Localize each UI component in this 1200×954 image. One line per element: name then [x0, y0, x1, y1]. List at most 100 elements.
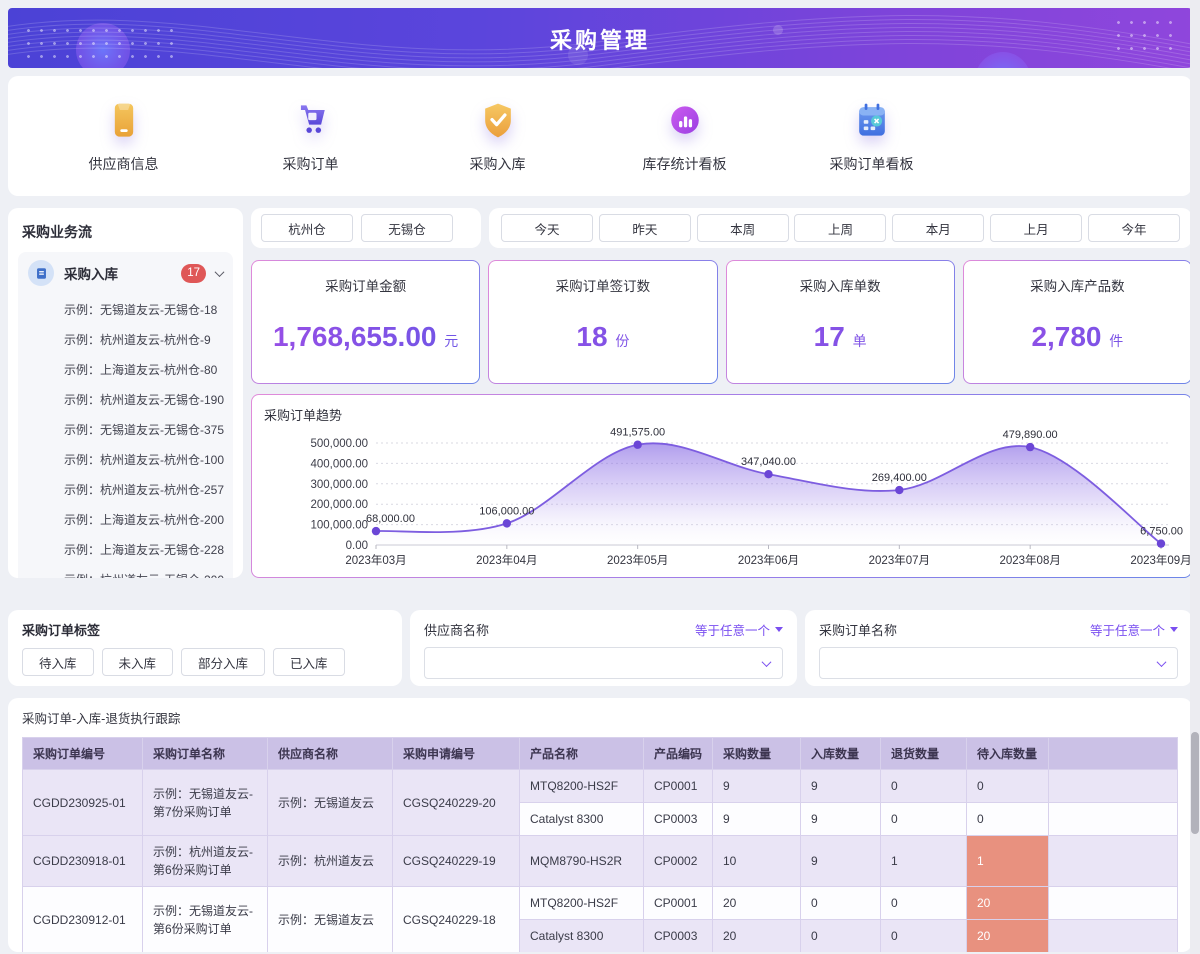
table-cell: MTQ8200-HS2F — [520, 887, 644, 920]
table-row[interactable]: CGDD230912-01示例：无锡道友云-第6份采购订单示例：无锡道友云CGS… — [23, 887, 1178, 920]
table-cell-empty — [1049, 887, 1178, 920]
triangle-down-icon — [775, 627, 783, 632]
sidebar-item[interactable]: 示例：杭州道友云-杭州仓-9 — [18, 324, 227, 354]
table-cell: 示例：杭州道友云-第6份采购订单 — [143, 836, 268, 887]
pending-qty-cell: 0 — [967, 803, 1049, 836]
kpi-card: 采购订单签订数 18 份 — [488, 260, 717, 384]
pending-qty-cell: 20 — [967, 920, 1049, 953]
purchase-trend-area-chart: 0.00100,000.00200,000.00300,000.00400,00… — [264, 424, 1192, 574]
table-cell: Catalyst 8300 — [520, 920, 644, 953]
table-column-header: 入库数量 — [801, 738, 881, 770]
table-row[interactable]: CGDD230925-01示例：无锡道友云-第7份采购订单示例：无锡道友云CGS… — [23, 770, 1178, 803]
quick-nav-item[interactable]: 库存统计看板 — [591, 98, 778, 174]
order-tag-filter-title: 采购订单标签 — [22, 620, 388, 639]
order-tag-button[interactable]: 部分入库 — [181, 648, 265, 676]
table-row[interactable]: CGDD230918-01示例：杭州道友云-第6份采购订单示例：杭州道友云CGS… — [23, 836, 1178, 887]
tracking-table: 采购订单编号采购订单名称供应商名称采购申请编号产品名称产品编码采购数量入库数量退… — [22, 737, 1178, 952]
period-button[interactable]: 本月 — [892, 214, 984, 242]
table-cell: CGSQ240229-20 — [393, 770, 520, 836]
table-cell: 10 — [713, 836, 801, 887]
filter-condition-selector[interactable]: 等于任意一个 — [1090, 620, 1178, 639]
table-cell: CP0001 — [644, 770, 713, 803]
tracking-table-card: 采购订单-入库-退货执行跟踪 采购订单编号采购订单名称供应商名称采购申请编号产品… — [8, 698, 1192, 952]
sidebar-item[interactable]: 示例：杭州道友云-无锡仓-190 — [18, 384, 227, 414]
kpi-value: 1,768,655.00 元 — [252, 321, 479, 353]
sidebar-item[interactable]: 示例：杭州道友云-无锡仓-200 — [18, 564, 227, 578]
table-cell: 示例：无锡道友云 — [268, 770, 393, 836]
quick-nav-item[interactable]: 供应商信息 — [30, 98, 217, 174]
table-column-header: 供应商名称 — [268, 738, 393, 770]
table-cell: CGDD230918-01 — [23, 836, 143, 887]
table-column-header: 采购订单名称 — [143, 738, 268, 770]
inbound-shield-icon — [476, 98, 520, 146]
order-tag-button[interactable]: 待入库 — [22, 648, 94, 676]
order-tag-button[interactable]: 已入库 — [273, 648, 345, 676]
filter-value-select[interactable] — [819, 647, 1178, 679]
table-column-header: 产品名称 — [520, 738, 644, 770]
period-button[interactable]: 上月 — [990, 214, 1082, 242]
period-button[interactable]: 今年 — [1088, 214, 1180, 242]
table-cell: CGSQ240229-18 — [393, 887, 520, 953]
svg-text:500,000.00: 500,000.00 — [310, 438, 368, 450]
table-column-header: 采购订单编号 — [23, 738, 143, 770]
supplier-box-icon — [102, 98, 146, 146]
pending-qty-cell: 1 — [967, 836, 1049, 887]
period-button[interactable]: 本周 — [697, 214, 789, 242]
svg-text:100,000.00: 100,000.00 — [310, 520, 368, 532]
filter-value-select[interactable] — [424, 647, 783, 679]
sidebar-item[interactable]: 示例：杭州道友云-杭州仓-257 — [18, 474, 227, 504]
sidebar-section-label: 采购入库 — [64, 263, 181, 283]
table-cell: CP0002 — [644, 836, 713, 887]
sidebar-item[interactable]: 示例：杭州道友云-杭州仓-100 — [18, 444, 227, 474]
quick-nav-item[interactable]: 采购订单 — [217, 98, 404, 174]
table-column-header: 采购申请编号 — [393, 738, 520, 770]
sidebar-item-list: 示例：无锡道友云-无锡仓-18示例：杭州道友云-杭州仓-9示例：上海道友云-杭州… — [18, 294, 233, 578]
quick-nav-label: 采购订单 — [283, 154, 339, 174]
table-cell: CGDD230912-01 — [23, 887, 143, 953]
quick-nav-label: 库存统计看板 — [643, 154, 727, 174]
pending-qty-cell: 0 — [967, 770, 1049, 803]
kpi-row: 采购订单金额1,768,655.00 元采购订单签订数18 份采购入库单数17 … — [251, 260, 1192, 384]
triangle-down-icon — [1170, 627, 1178, 632]
svg-text:200,000.00: 200,000.00 — [310, 499, 368, 511]
period-button[interactable]: 今天 — [501, 214, 593, 242]
table-cell: 0 — [881, 770, 967, 803]
table-cell: CP0001 — [644, 887, 713, 920]
warehouse-button[interactable]: 杭州仓 — [261, 214, 353, 242]
sidebar-item[interactable]: 示例：无锡道友云-无锡仓-18 — [18, 294, 227, 324]
filter-condition-selector[interactable]: 等于任意一个 — [695, 620, 783, 639]
quick-nav-item[interactable]: 采购入库 — [404, 98, 591, 174]
sidebar-item[interactable]: 示例：上海道友云-无锡仓-228 — [18, 534, 227, 564]
warehouse-button[interactable]: 无锡仓 — [361, 214, 453, 242]
quick-nav-label: 采购入库 — [470, 154, 526, 174]
kpi-label: 采购订单签订数 — [489, 275, 716, 295]
quick-nav-label: 供应商信息 — [89, 154, 159, 174]
table-column-header: 采购数量 — [713, 738, 801, 770]
kpi-unit: 份 — [615, 333, 629, 349]
svg-text:491,575.00: 491,575.00 — [610, 427, 665, 439]
table-cell-empty — [1049, 803, 1178, 836]
page-scrollbar-thumb[interactable] — [1191, 732, 1199, 834]
sidebar-section-header[interactable]: 采购入库17 — [18, 252, 233, 294]
order-tag-button[interactable]: 未入库 — [102, 648, 174, 676]
warehouse-filter-card: 杭州仓无锡仓 — [251, 208, 481, 248]
kpi-card: 采购入库单数17 单 — [726, 260, 955, 384]
chevron-down-icon[interactable] — [215, 267, 225, 277]
sidebar-item[interactable]: 示例：上海道友云-杭州仓-200 — [18, 504, 227, 534]
period-button[interactable]: 昨天 — [599, 214, 691, 242]
sidebar-item[interactable]: 示例：无锡道友云-无锡仓-375 — [18, 414, 227, 444]
kpi-unit: 元 — [444, 333, 458, 349]
svg-text:6,750.00: 6,750.00 — [1140, 526, 1183, 538]
table-cell: 0 — [801, 887, 881, 920]
kpi-value: 18 份 — [489, 321, 716, 353]
kpi-unit: 件 — [1109, 333, 1123, 349]
period-button[interactable]: 上周 — [794, 214, 886, 242]
quick-nav-item[interactable]: 采购订单看板 — [778, 98, 965, 174]
order-board-calendar-icon — [850, 98, 894, 146]
page-scrollbar[interactable] — [1190, 0, 1200, 954]
svg-text:347,040.00: 347,040.00 — [741, 456, 796, 468]
sidebar: 采购业务流 采购入库17示例：无锡道友云-无锡仓-18示例：杭州道友云-杭州仓-… — [8, 208, 243, 578]
sidebar-item[interactable]: 示例：上海道友云-杭州仓-80 — [18, 354, 227, 384]
page-header-banner: 采购管理 — [8, 8, 1192, 68]
kpi-value: 17 单 — [727, 321, 954, 353]
